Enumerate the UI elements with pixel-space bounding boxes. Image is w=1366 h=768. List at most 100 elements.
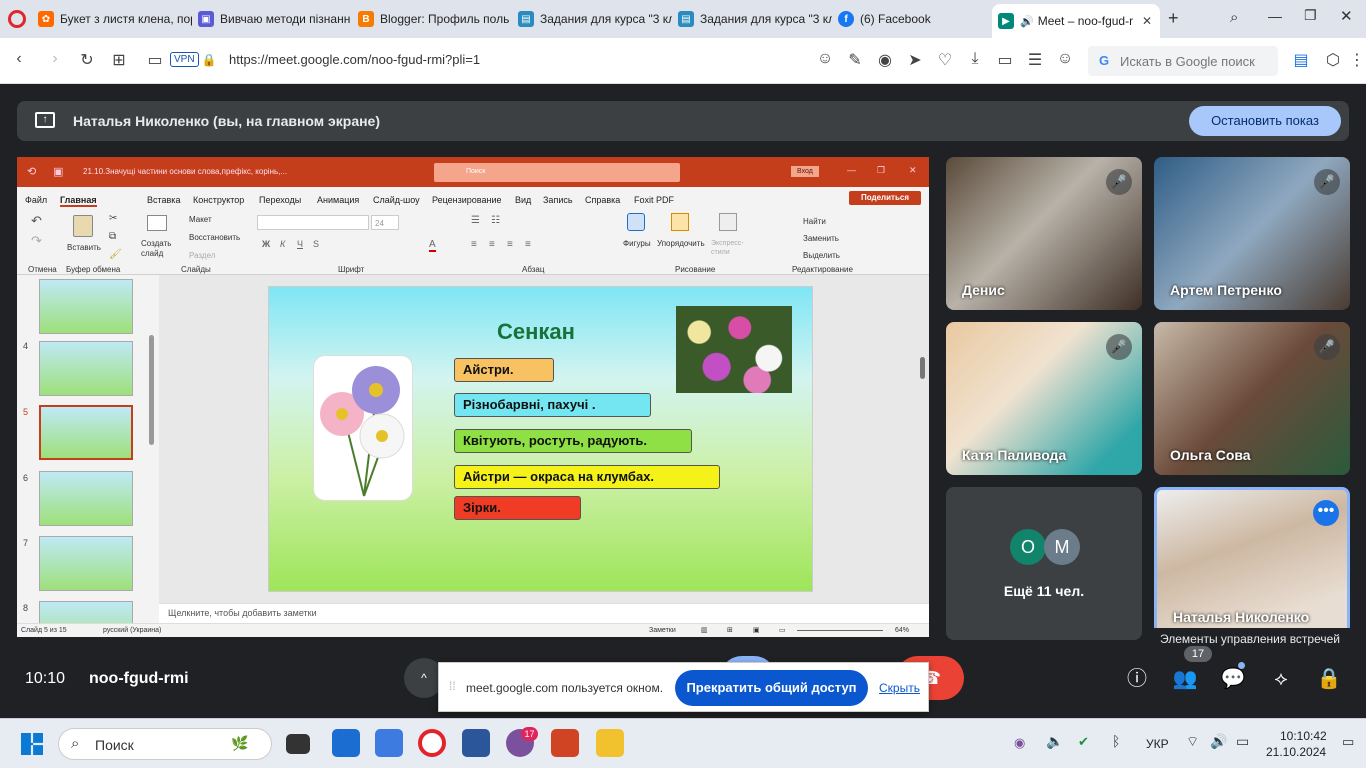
reading-view-icon[interactable]: ▣ — [753, 626, 760, 634]
tray-speaker-icon[interactable]: 🔊 — [1210, 733, 1227, 750]
opera-taskbar-icon[interactable] — [418, 729, 446, 757]
participant-tile-katya[interactable]: 🎤 Катя Паливода — [946, 322, 1142, 475]
tray-wifi-icon[interactable]: ⌔ — [1186, 733, 1199, 751]
info-icon[interactable]: ⓘ — [1118, 660, 1156, 698]
layout-button[interactable]: Макет — [189, 215, 212, 224]
tab-1[interactable]: ▣ Вивчаю методи пізнанн — [192, 6, 352, 32]
quick-styles-icon[interactable] — [719, 213, 737, 231]
ribbon-tab-design[interactable]: Конструктор — [193, 195, 244, 205]
easy-setup-icon[interactable]: ☰ — [1024, 50, 1046, 70]
back-icon[interactable]: ‹ — [8, 50, 30, 68]
close-tab-icon[interactable]: ✕ — [1134, 14, 1160, 28]
quick-styles-button[interactable]: Экспресс-стили — [711, 239, 747, 257]
tab-0[interactable]: ✿ Букет з листя клена, пор — [32, 6, 192, 32]
minimize-icon[interactable]: — — [1268, 8, 1282, 24]
save-icon[interactable]: ▣ — [53, 165, 63, 178]
self-tile[interactable]: ••• Наталья Николенко — [1154, 487, 1350, 638]
font-family-box[interactable] — [257, 215, 369, 230]
ribbon-tab-slideshow[interactable]: Слайд-шоу — [373, 195, 420, 205]
ppt-minimize-icon[interactable]: — — [847, 165, 856, 175]
store-icon[interactable] — [375, 729, 403, 757]
copy-icon[interactable]: ⧉ — [109, 231, 116, 242]
sorter-view-icon[interactable]: ⊞ — [727, 626, 733, 634]
align-center-icon[interactable]: ≡ — [489, 239, 495, 250]
thumbnail-slide-6[interactable] — [39, 471, 133, 526]
bullets-icon[interactable]: ☰ — [471, 215, 480, 226]
new-slide-button[interactable]: Создать слайд — [141, 239, 177, 259]
ribbon-tab-home[interactable]: Главная — [60, 195, 97, 207]
profile-icon[interactable]: ☺ — [1054, 50, 1076, 68]
tray-volume-mute-icon[interactable]: 🔈 — [1046, 733, 1063, 750]
url-field[interactable]: https://meet.google.com/noo-fgud-rmi?pli… — [229, 52, 480, 67]
ribbon-tab-help[interactable]: Справка — [585, 195, 620, 205]
tray-security-icon[interactable]: ✔ — [1078, 734, 1089, 750]
more-menu-icon[interactable]: ⋮ — [1346, 50, 1366, 70]
align-left-icon[interactable]: ≡ — [471, 239, 477, 250]
google-search-field[interactable]: Искать в Google поиск — [1088, 46, 1278, 76]
ribbon-tab-file[interactable]: Файл — [25, 195, 47, 205]
bold-icon[interactable]: Ж — [262, 239, 270, 249]
select-button[interactable]: Выделить — [803, 251, 840, 260]
status-zoom[interactable]: 64% — [895, 627, 909, 634]
drag-handle-icon[interactable]: ⁞⁞ — [449, 679, 456, 693]
thumbnail-slide-4[interactable] — [39, 341, 133, 396]
slide-thumbnails-pane[interactable]: 4 5 6 7 8 — [17, 275, 159, 623]
shapes-button[interactable]: Фигуры — [623, 239, 651, 248]
current-slide[interactable]: Сенкан Айстри. Різнобарвні, пахучі . Кві… — [268, 286, 813, 592]
speed-dial-icon[interactable]: ⊞ — [108, 50, 130, 70]
align-right-icon[interactable]: ≡ — [507, 239, 513, 250]
hide-notice-link[interactable]: Скрыть — [879, 681, 920, 695]
task-view-icon[interactable] — [286, 734, 310, 754]
close-window-icon[interactable]: ✕ — [1340, 7, 1353, 25]
find-button[interactable]: Найти — [803, 217, 826, 226]
battery-saver-icon[interactable]: ▭ — [994, 50, 1016, 70]
participant-tile-olga[interactable]: 🎤 Ольга Сова — [1154, 322, 1350, 475]
tray-bluetooth-icon[interactable]: ᛒ — [1112, 733, 1120, 749]
arrange-icon[interactable] — [671, 213, 689, 231]
underline-icon[interactable]: Ч — [297, 239, 303, 249]
ribbon-tab-foxit[interactable]: Foxit PDF — [634, 195, 674, 205]
tray-language[interactable]: УКР — [1146, 737, 1169, 751]
format-painter-icon[interactable]: 🖌 — [109, 249, 122, 260]
participant-tile-artem[interactable]: 🎤 Артем Петренко — [1154, 157, 1350, 310]
new-slide-icon[interactable] — [147, 215, 167, 231]
tab-5[interactable]: f (6) Facebook — [832, 6, 990, 32]
strike-icon[interactable]: S — [313, 239, 319, 249]
ppt-share-button[interactable]: Поделиться — [849, 191, 921, 205]
italic-icon[interactable]: К — [280, 239, 285, 249]
powerpoint-icon[interactable] — [551, 729, 579, 757]
replace-button[interactable]: Заменить — [803, 234, 839, 243]
ppt-restore-icon[interactable]: ❐ — [877, 165, 885, 176]
tray-battery-icon[interactable]: ▭ — [1236, 733, 1249, 750]
thumbnail-slide-7[interactable] — [39, 536, 133, 591]
reload-icon[interactable]: ↻ — [76, 50, 98, 70]
justify-icon[interactable]: ≡ — [525, 239, 531, 250]
redo-icon[interactable]: ↷ — [31, 233, 42, 249]
reset-button[interactable]: Восстановить — [189, 233, 240, 242]
clock-time[interactable]: 10:10:42 — [1280, 729, 1327, 743]
windows-start-icon[interactable] — [21, 733, 43, 755]
forward-icon[interactable]: › — [44, 50, 66, 68]
ppt-close-icon[interactable]: ✕ — [909, 165, 917, 176]
tab-4[interactable]: ▤ Задания для курса "3 кл — [672, 6, 832, 32]
status-notes-button[interactable]: Заметки — [649, 627, 676, 634]
tab-meet-active[interactable]: ▶ 🔊 Meet – noo-fgud-r ✕ — [992, 4, 1160, 38]
paste-button[interactable]: Вставить — [67, 243, 101, 252]
editor-scrollbar[interactable] — [920, 357, 925, 379]
others-tile[interactable]: О М Ещё 11 чел. — [946, 487, 1142, 640]
stop-presenting-button[interactable]: Остановить показ — [1189, 106, 1341, 136]
activities-icon[interactable]: ⟡ — [1262, 660, 1300, 698]
notes-pane[interactable]: Щелкните, чтобы добавить заметки — [159, 603, 929, 623]
section-button[interactable]: Раздел — [189, 251, 215, 260]
tab-3[interactable]: ▤ Задания для курса "3 кл — [512, 6, 672, 32]
extensions-icon[interactable]: ⬡ — [1322, 50, 1344, 70]
font-size-box[interactable]: 24 — [371, 215, 399, 230]
tab-2[interactable]: B Blogger: Профиль поль — [352, 6, 512, 32]
edit-icon[interactable]: ✎ — [844, 50, 866, 70]
paste-icon[interactable] — [73, 215, 93, 237]
ribbon-tab-view[interactable]: Вид — [515, 195, 531, 205]
thumbnail-slide-8[interactable] — [39, 601, 133, 623]
ribbon-tab-review[interactable]: Рецензирование — [432, 195, 502, 205]
font-color-icon[interactable]: A — [429, 239, 436, 252]
snapshot-icon[interactable]: ◉ — [874, 50, 896, 70]
